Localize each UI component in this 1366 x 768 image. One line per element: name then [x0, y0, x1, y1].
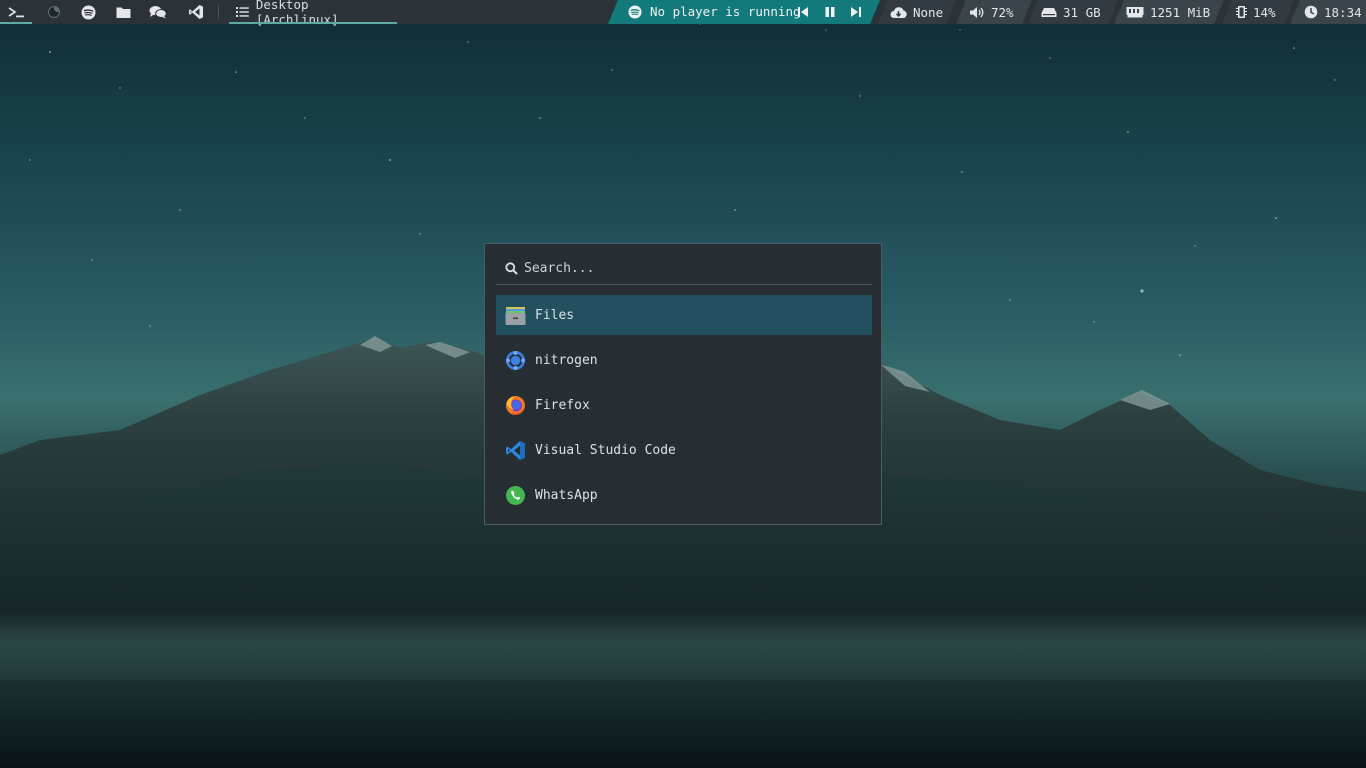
- pause-button[interactable]: [821, 0, 839, 24]
- next-track-button[interactable]: [847, 0, 865, 24]
- active-launcher-indicator: [0, 22, 32, 24]
- previous-track-button[interactable]: [794, 0, 812, 24]
- launcher-item-label: nitrogen: [535, 352, 598, 368]
- hdd-icon: [1041, 7, 1057, 18]
- terminal-icon: [8, 7, 24, 18]
- firefox-dark-launcher[interactable]: [42, 0, 66, 24]
- launcher-item-label: WhatsApp: [535, 487, 598, 503]
- search-bar: [496, 252, 872, 285]
- memory-module[interactable]: 1251 MiB: [1114, 0, 1224, 24]
- player-status: No player is running: [650, 4, 801, 19]
- chat-launcher[interactable]: [146, 0, 170, 24]
- clock-module[interactable]: 18:34: [1290, 0, 1366, 24]
- vscode-icon: [189, 5, 203, 19]
- cloud-download-icon: [890, 6, 907, 19]
- cpu-icon: [1236, 5, 1247, 19]
- launcher-item-label: Visual Studio Code: [535, 442, 676, 458]
- cpu-module[interactable]: 14%: [1222, 0, 1294, 24]
- search-input[interactable]: [524, 260, 844, 276]
- bar-separator: [218, 5, 219, 19]
- launcher-item-label: Files: [535, 307, 575, 323]
- disk-module[interactable]: 31 GB: [1028, 0, 1118, 24]
- clock-value: 18:34: [1324, 4, 1362, 20]
- launcher-item-nitrogen[interactable]: nitrogen: [496, 340, 872, 380]
- whatsapp-icon: [506, 485, 525, 505]
- launcher-item-label: Firefox: [535, 397, 590, 413]
- terminal-launcher[interactable]: [0, 0, 32, 24]
- launcher-item-files[interactable]: Files: [496, 295, 872, 335]
- pause-icon: [824, 6, 836, 18]
- launcher-item-vscode[interactable]: Visual Studio Code: [496, 430, 872, 470]
- firefox-dark-icon: [48, 6, 60, 18]
- skip-forward-icon: [850, 6, 862, 18]
- media-player-module: No player is running: [608, 0, 880, 24]
- top-bar: Desktop [Archlinux] No player is running: [0, 0, 1366, 27]
- vscode-launcher[interactable]: [184, 0, 208, 24]
- folder-launcher[interactable]: [111, 0, 135, 24]
- app-launcher: Files nitrogen Firefox Visual: [484, 243, 882, 525]
- nitrogen-icon: [506, 350, 525, 370]
- launcher-item-firefox[interactable]: Firefox: [496, 385, 872, 425]
- volume-module[interactable]: 72%: [956, 0, 1032, 24]
- volume-icon: [969, 6, 985, 19]
- search-icon: [505, 261, 518, 275]
- files-icon: [505, 306, 526, 325]
- clock-icon: [1304, 5, 1318, 19]
- spotify-icon: [628, 5, 642, 19]
- workspace-indicator[interactable]: Desktop [Archlinux]: [229, 0, 397, 27]
- updates-module[interactable]: None: [878, 0, 956, 24]
- folder-icon: [116, 7, 130, 18]
- volume-value: 72%: [991, 4, 1014, 20]
- launcher-item-whatsapp[interactable]: WhatsApp: [496, 475, 872, 515]
- spotify-icon: [81, 5, 95, 19]
- workspace-underline: [229, 22, 397, 24]
- vscode-icon: [506, 440, 525, 460]
- memory-value: 1251 MiB: [1150, 4, 1211, 20]
- chat-icon: [149, 6, 167, 19]
- cpu-value: 14%: [1253, 4, 1276, 20]
- memory-icon: [1126, 6, 1144, 18]
- firefox-icon: [506, 395, 525, 415]
- disk-value: 31 GB: [1063, 4, 1101, 20]
- list-icon: [236, 7, 249, 17]
- updates-value: None: [913, 4, 944, 20]
- skip-back-icon: [797, 6, 809, 18]
- spotify-launcher[interactable]: [76, 0, 100, 24]
